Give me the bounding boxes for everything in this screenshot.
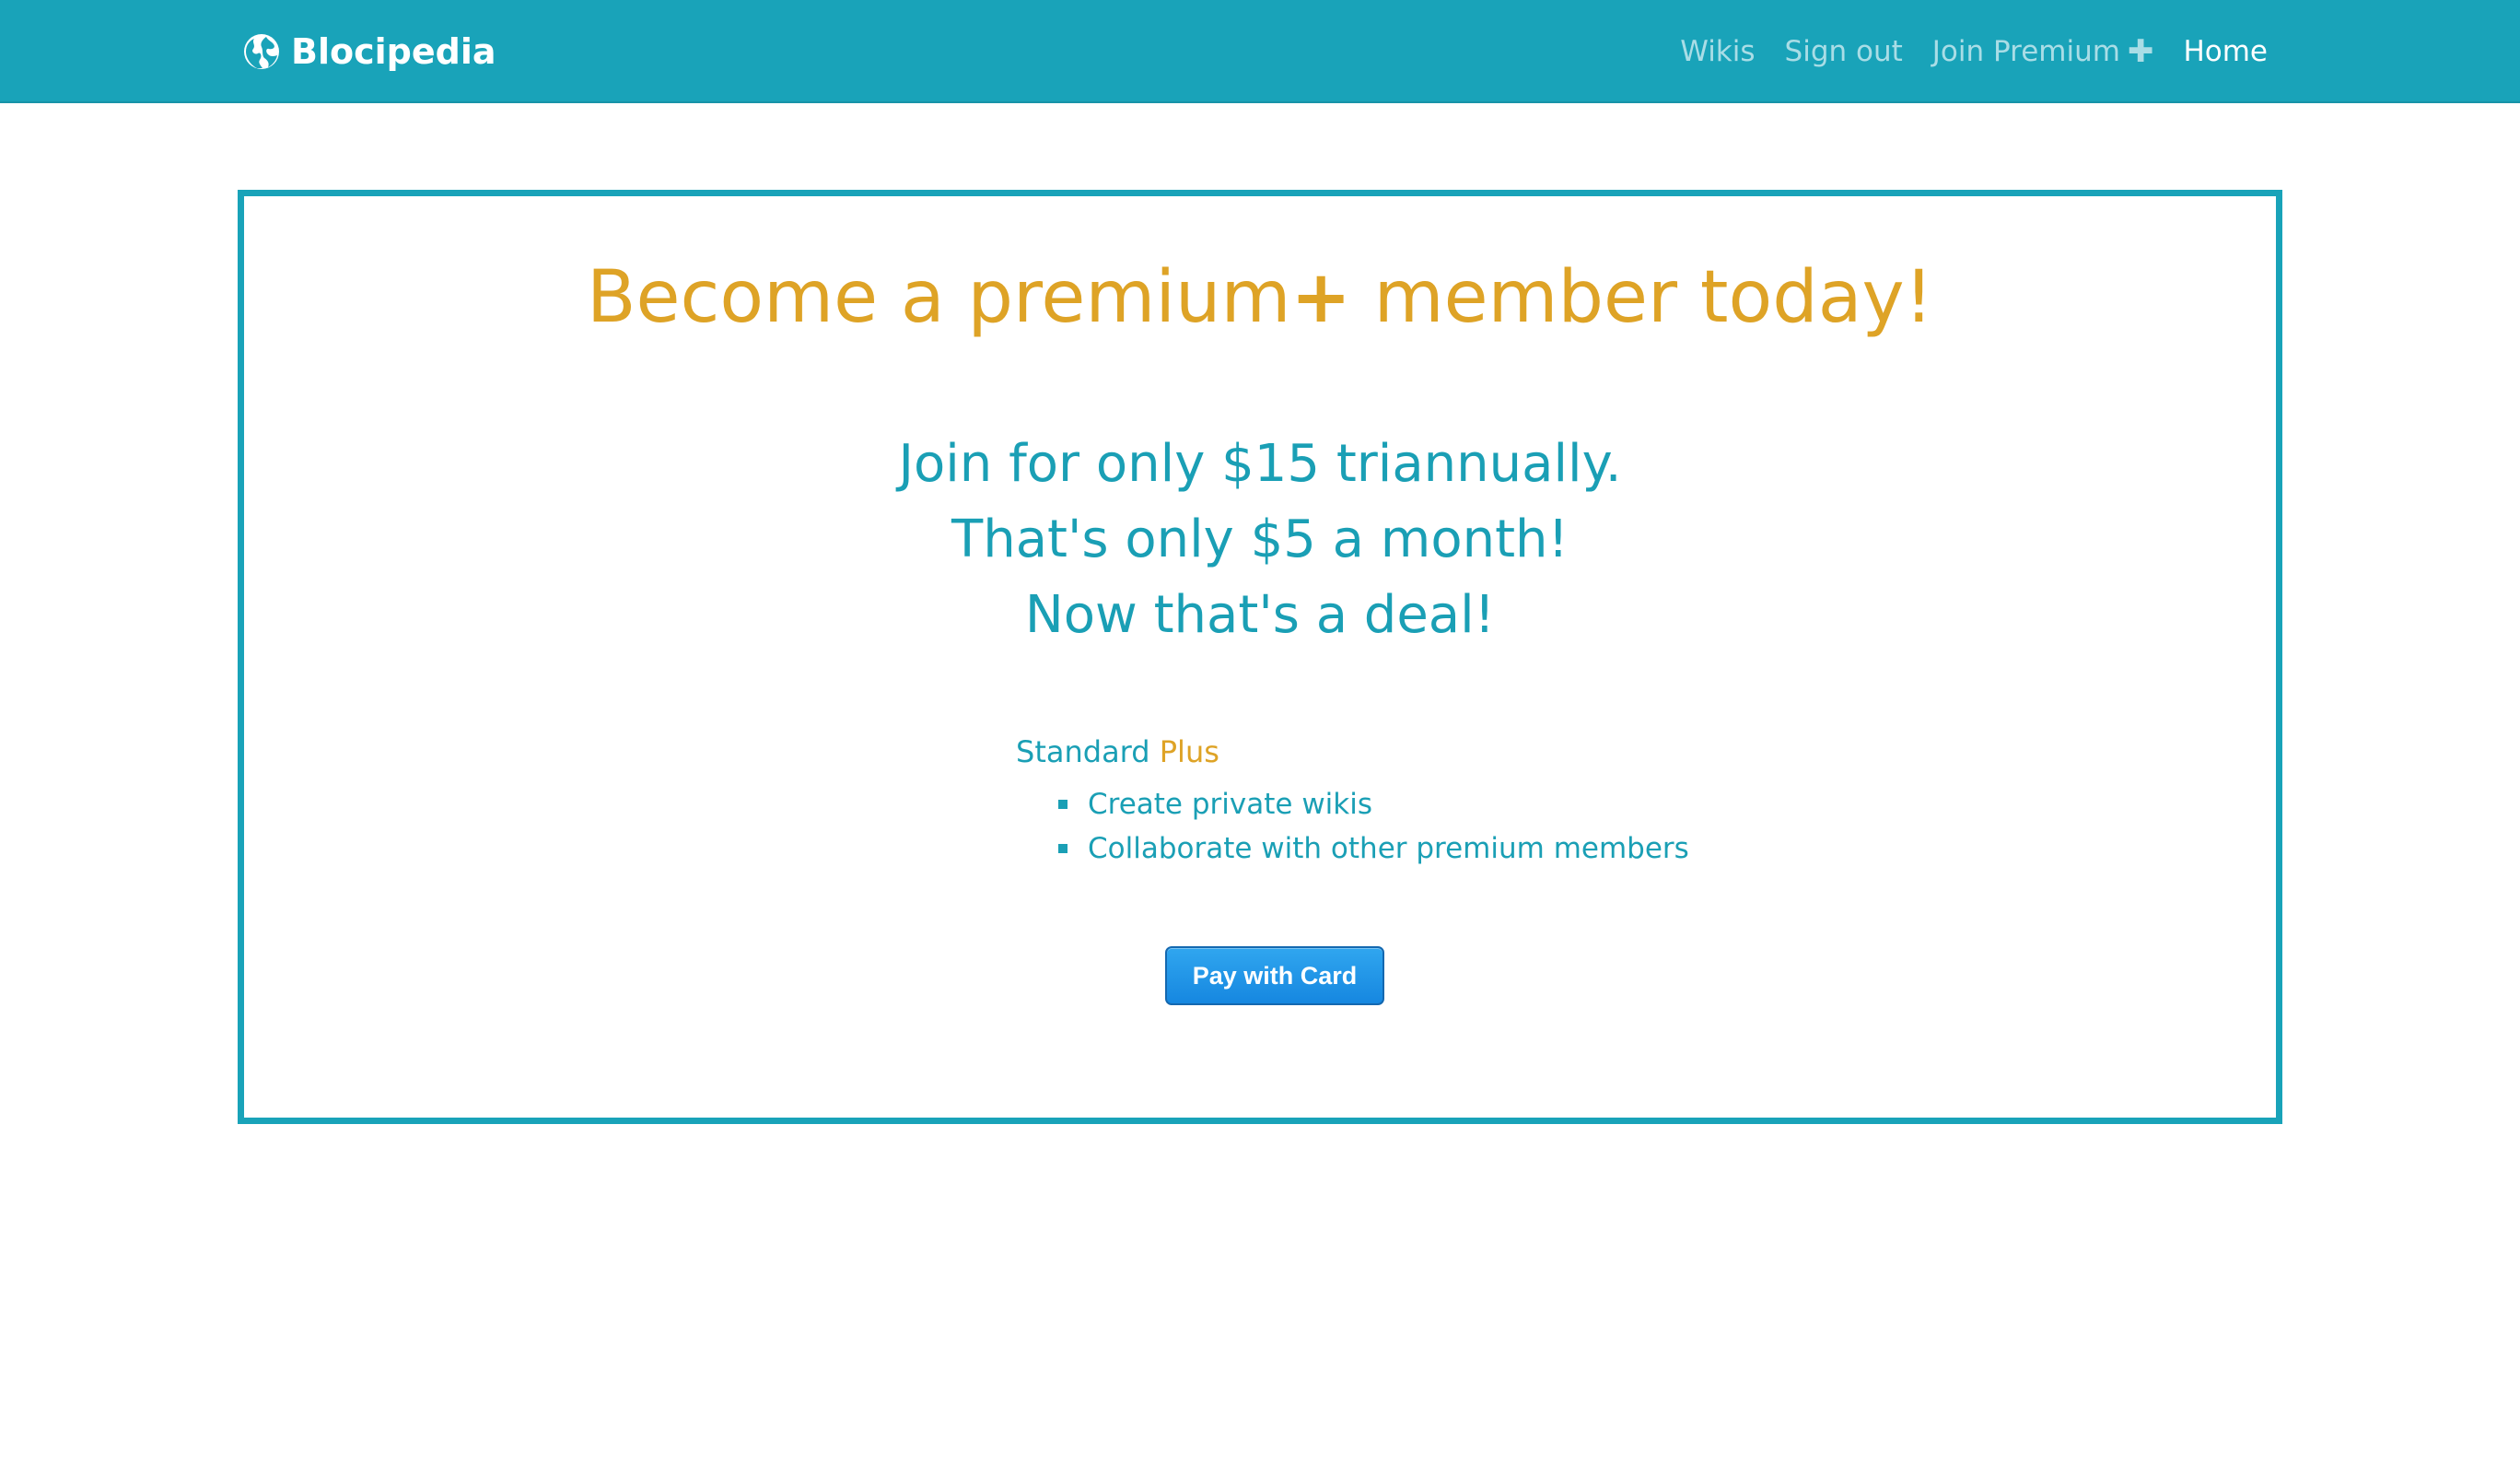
brand-name: Blocipedia <box>291 31 496 72</box>
nav-link-join-premium[interactable]: Join Premium ✚ <box>1932 35 2154 68</box>
plan-name-accent: Plus <box>1159 734 1219 769</box>
headline-text: Become a premium <box>587 256 1291 339</box>
plan-name: Standard Plus <box>1016 734 1219 769</box>
bullet-icon <box>1058 844 1068 853</box>
nav-link-join-premium-label: Join Premium <box>1931 35 2120 68</box>
feature-list: Create private wikis Collaborate with ot… <box>1058 782 1689 871</box>
headline-text-end: member today! <box>1350 256 1933 339</box>
plan-name-base: Standard <box>1016 734 1150 769</box>
pitch-line: Join for only $15 triannually. <box>898 434 1622 494</box>
pitch-line: That's only $5 a month! <box>951 510 1569 569</box>
nav-link-home-label: Home <box>2183 35 2268 68</box>
globe-icon <box>244 34 279 69</box>
brand-link[interactable]: Blocipedia <box>243 26 496 77</box>
nav-link-wikis[interactable]: Wikis <box>1680 35 1755 68</box>
nav-link-sign-out[interactable]: Sign out <box>1785 35 1903 68</box>
pay-with-card-button[interactable]: Pay with Card <box>1165 946 1384 1005</box>
nav-link-wikis-label: Wikis <box>1680 35 1756 68</box>
top-navbar: Blocipedia Wikis Sign out Join Premium ✚… <box>0 0 2520 103</box>
bullet-icon <box>1058 800 1068 809</box>
pricing-pitch: Join for only $15 triannually. That's on… <box>244 427 2276 653</box>
nav-link-home[interactable]: Home <box>2183 35 2268 68</box>
page-title: Become a premium+ member today! <box>244 255 2276 342</box>
nav-links: Wikis Sign out Join Premium ✚ Home <box>1680 26 2268 77</box>
feature-text: Collaborate with other premium members <box>1088 832 1689 865</box>
plus-icon: ✚ <box>2127 33 2154 70</box>
nav-link-sign-out-label: Sign out <box>1784 35 1903 68</box>
headline-plus: + <box>1290 256 1351 339</box>
pitch-line: Now that's a deal! <box>1024 585 1496 645</box>
list-item: Collaborate with other premium members <box>1058 826 1689 871</box>
list-item: Create private wikis <box>1058 782 1689 826</box>
feature-text: Create private wikis <box>1088 788 1373 821</box>
premium-panel: Become a premium+ member today! Join for… <box>238 190 2282 1124</box>
